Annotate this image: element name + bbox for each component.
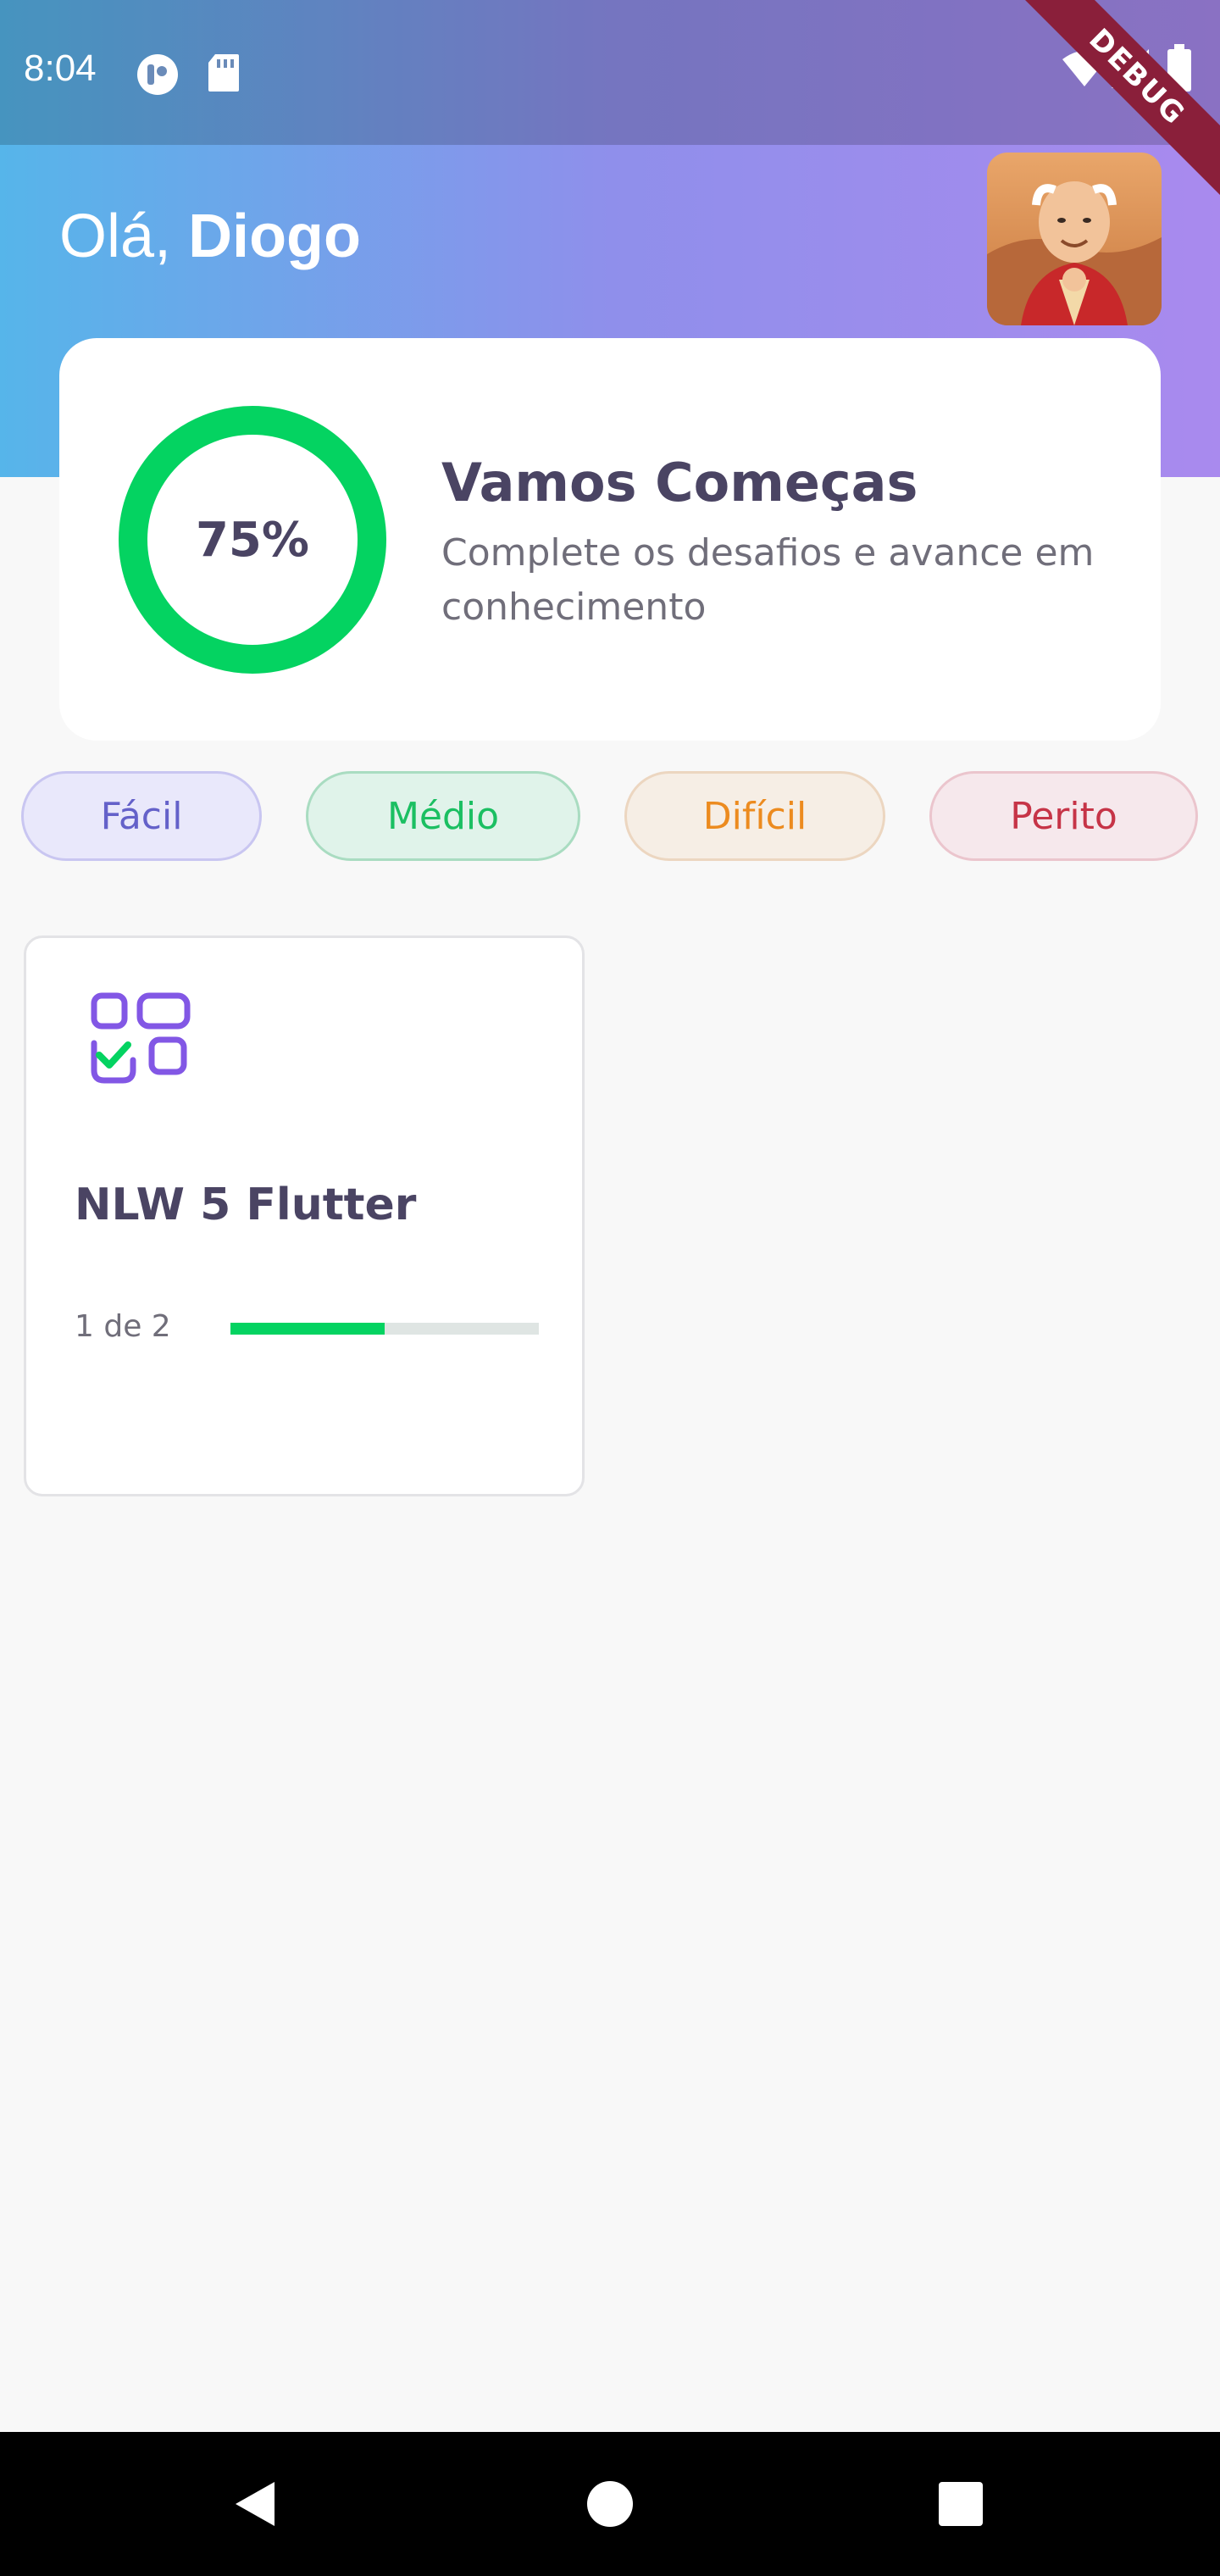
score-title: Vamos Começas — [441, 452, 918, 514]
quiz-progress-label: 1 de 2 — [75, 1309, 171, 1344]
quiz-title: NLW 5 Flutter — [75, 1180, 417, 1230]
quiz-progress-fill — [230, 1323, 385, 1335]
level-chip-facil[interactable]: Fácil — [21, 771, 262, 861]
score-card: 75% Vamos Começas Complete os desafios e… — [59, 338, 1161, 741]
score-subtitle: Complete os desafios e avance em conheci… — [441, 531, 1095, 629]
greeting: Olá, Diogo — [59, 202, 361, 271]
app-notification-icon — [136, 53, 180, 100]
quiz-card[interactable]: NLW 5 Flutter 1 de 2 — [24, 935, 585, 1496]
recents-icon[interactable] — [927, 2470, 995, 2538]
sd-card-icon — [207, 53, 241, 97]
status-bar: 8:04 — [0, 0, 1220, 145]
level-chip-label: Médio — [386, 794, 500, 838]
level-chip-label: Difícil — [702, 794, 807, 838]
level-chip-medio[interactable]: Médio — [306, 771, 580, 861]
level-chip-label: Perito — [1010, 794, 1117, 838]
home-icon[interactable] — [576, 2470, 644, 2538]
level-chip-dificil[interactable]: Difícil — [624, 771, 885, 861]
avatar[interactable] — [987, 153, 1162, 325]
quiz-progress-bar — [230, 1323, 539, 1335]
user-name: Diogo — [188, 203, 362, 270]
greeting-prefix: Olá, — [59, 203, 189, 270]
level-chip-label: Fácil — [100, 794, 183, 838]
status-time: 8:04 — [24, 47, 97, 89]
level-chip-perito[interactable]: Perito — [929, 771, 1198, 861]
data-checklist-icon — [91, 992, 191, 1084]
back-icon[interactable] — [222, 2470, 290, 2538]
progress-percent: 75% — [195, 512, 310, 568]
navigation-bar — [0, 2432, 1220, 2576]
